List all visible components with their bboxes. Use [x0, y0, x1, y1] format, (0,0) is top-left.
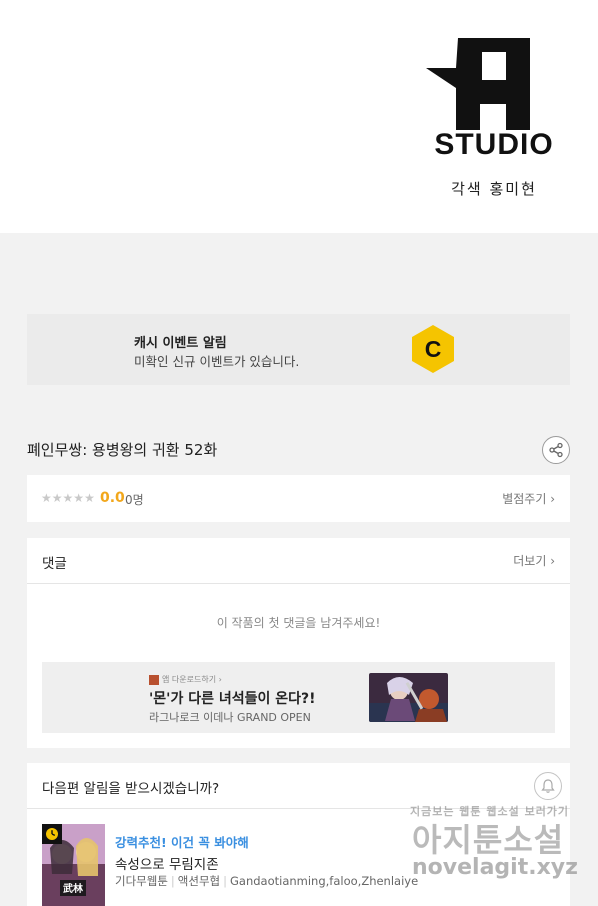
ad-subtitle: 라그나로크 이데나 GRAND OPEN — [149, 711, 311, 724]
studio-logo: STUDIO — [426, 38, 553, 158]
cash-coin-icon: C — [412, 325, 454, 373]
rating-score: 0.0 — [100, 490, 125, 506]
recommend-authors: Gandaotianming,faloo,Zhenlaiye — [229, 874, 419, 888]
recommend-title: 속성으로 무림지존 — [115, 857, 219, 873]
clock-icon — [46, 828, 58, 840]
ad-headline: '몬'가 다른 녀석들이 온다?! — [149, 691, 316, 707]
recommend-category: 기다무웹툰 — [115, 874, 168, 888]
episode-title: 폐인무쌍: 용병왕의 귀환 52화 — [27, 441, 218, 459]
ad-banner[interactable]: 앱 다운로드하기 › '몬'가 다른 녀석들이 온다?! 라그나로크 이데나 G… — [42, 662, 555, 733]
svg-text:武林: 武林 — [63, 882, 84, 895]
star-rating: ★ ★ ★ ★ ★ — [41, 490, 95, 506]
star-icon: ★ — [41, 491, 52, 505]
wait-free-badge — [42, 824, 62, 844]
episode-image-panel: STUDIO 각색 홍미현 — [0, 0, 598, 233]
notify-header: 다음편 알림을 받으시겠습니까? — [27, 763, 570, 809]
star-icon: ★ — [51, 491, 63, 505]
star-icon: ★ — [84, 491, 95, 505]
ad-image — [369, 673, 448, 722]
comment-section: 댓글 더보기 › 이 작품의 첫 댓글을 남겨주세요! 앱 다운로드하기 › '… — [27, 538, 570, 748]
ad-download-label: 앱 다운로드하기 › — [149, 674, 222, 685]
cash-event-subtitle: 미확인 신규 이벤트가 있습니다. — [134, 354, 300, 369]
rate-button[interactable]: 별점주기 › — [502, 490, 555, 507]
cash-event-title: 캐시 이벤트 알림 — [134, 336, 227, 351]
comments-more-button[interactable]: 더보기 › — [513, 552, 555, 569]
rating-count: 0명 — [125, 493, 144, 507]
share-button[interactable] — [542, 436, 570, 464]
rating-card: ★ ★ ★ ★ ★ 0.0 0명 별점주기 › — [27, 475, 570, 522]
adaptation-credit: 각색 홍미현 — [451, 180, 537, 198]
comment-header: 댓글 더보기 › — [27, 538, 570, 584]
recommend-meta: 기다무웹툰 | 액션무협 | Gandaotianming,faloo,Zhenlaiy… — [115, 874, 419, 888]
notify-bell-button[interactable] — [534, 772, 562, 800]
cash-event-banner[interactable]: 캐시 이벤트 알림 미확인 신규 이벤트가 있습니다. C — [27, 314, 570, 385]
bell-icon — [541, 779, 555, 793]
recommend-genre: 액션무협 — [177, 874, 221, 888]
logo-text: STUDIO — [434, 128, 553, 158]
star-icon: ★ — [73, 491, 85, 505]
svg-text:C: C — [425, 336, 442, 362]
comment-title: 댓글 — [42, 556, 67, 572]
recommend-promo-text: 강력추천! 이건 꼭 봐야해 — [115, 835, 249, 850]
star-icon: ★ — [62, 491, 74, 505]
notify-question: 다음편 알림을 받으시겠습니까? — [42, 781, 220, 797]
empty-comment-message: 이 작품의 첫 댓글을 남겨주세요! — [216, 616, 381, 630]
recommended-webtoon[interactable]: 武林 강력추천! 이건 꼭 봐야해 속성으로 무림지존 기다무웹툰 | 액션무협 | G… — [42, 824, 562, 906]
next-episode-notify-card: 다음편 알림을 받으시겠습니까? 武林 강력추천! 이건 꼭 봐야해 속성으로 … — [27, 763, 570, 906]
share-icon — [549, 442, 563, 458]
app-icon — [149, 674, 159, 685]
recommended-thumbnail: 武林 — [42, 824, 105, 906]
